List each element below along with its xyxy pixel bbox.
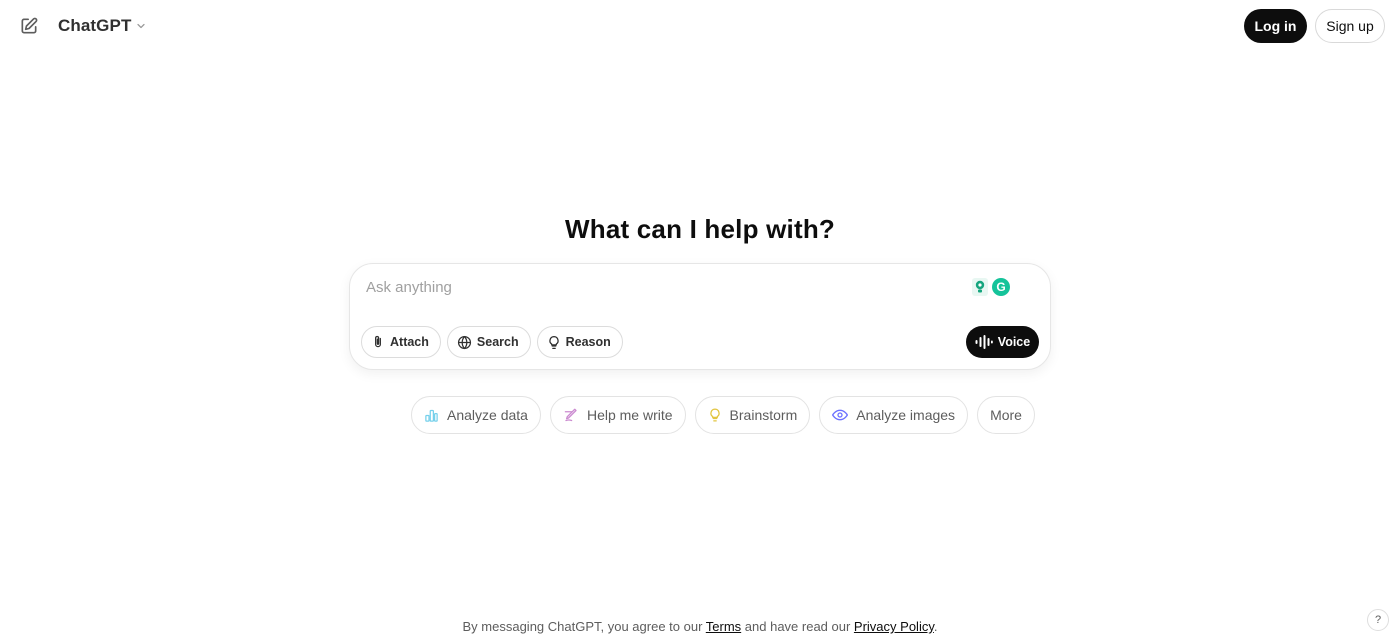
signup-button[interactable]: Sign up — [1315, 9, 1385, 43]
waveform-icon — [975, 335, 993, 349]
chevron-down-icon — [137, 23, 146, 29]
extension-icons: G — [971, 276, 1011, 298]
voice-button[interactable]: Voice — [966, 326, 1039, 358]
chatgpt-home-page: ChatGPT Log in Sign up What can I help w… — [0, 0, 1400, 641]
top-bar: ChatGPT Log in Sign up — [0, 0, 1400, 52]
terms-link[interactable]: Terms — [706, 619, 741, 634]
search-label: Search — [476, 335, 519, 349]
composer-tools: Attach Search Reason — [361, 326, 623, 358]
suggestion-analyze-images[interactable]: Analyze images — [819, 396, 969, 434]
legal-footer: By messaging ChatGPT, you agree to our T… — [0, 619, 1400, 634]
chip-label: More — [990, 407, 1022, 423]
grammarly-button[interactable]: G — [992, 278, 1010, 296]
login-button[interactable]: Log in — [1244, 9, 1307, 43]
chip-label: Brainstorm — [729, 407, 798, 423]
model-name: ChatGPT — [58, 16, 132, 35]
suggestion-help-me-write[interactable]: Help me write — [549, 396, 686, 434]
model-switcher[interactable]: ChatGPT — [52, 12, 153, 40]
footer-middle: and have read our — [741, 619, 854, 634]
privacy-policy-link[interactable]: Privacy Policy — [854, 619, 934, 634]
suggestion-more[interactable]: More — [977, 396, 1035, 434]
attach-label: Attach — [390, 335, 429, 349]
page-title: What can I help with? — [565, 214, 835, 244]
lightbulb-icon — [972, 278, 988, 296]
help-button[interactable]: ? — [1367, 609, 1389, 631]
globe-icon — [457, 335, 471, 349]
chip-label: Analyze images — [856, 407, 956, 423]
lightbulb-icon — [548, 335, 559, 349]
search-button[interactable]: Search — [446, 326, 531, 358]
suggestion-analyze-data[interactable]: Analyze data — [411, 396, 541, 434]
composer: G Attach Search — [349, 263, 1051, 370]
voice-label: Voice — [997, 335, 1031, 349]
pen-icon — [564, 408, 577, 421]
reason-label: Reason — [565, 335, 611, 349]
eye-icon — [832, 409, 849, 421]
suggestion-brainstorm[interactable]: Brainstorm — [694, 396, 811, 434]
chip-label: Analyze data — [447, 407, 528, 423]
ideas-extension-button[interactable] — [971, 277, 989, 297]
new-chat-button[interactable] — [14, 11, 44, 41]
paperclip-icon — [375, 335, 381, 348]
pencil-square-icon — [21, 17, 38, 34]
bar-chart-icon — [425, 409, 438, 422]
chip-label: Help me write — [586, 407, 673, 423]
footer-prefix: By messaging ChatGPT, you agree to our — [462, 619, 706, 634]
attach-button[interactable]: Attach — [361, 326, 441, 358]
lightbulb-icon — [709, 408, 720, 422]
reason-button[interactable]: Reason — [536, 326, 623, 358]
footer-suffix: . — [933, 619, 938, 634]
prompt-input[interactable] — [366, 276, 956, 298]
suggestion-chips: Analyze data Help me write Brainstorm An… — [411, 396, 1035, 434]
